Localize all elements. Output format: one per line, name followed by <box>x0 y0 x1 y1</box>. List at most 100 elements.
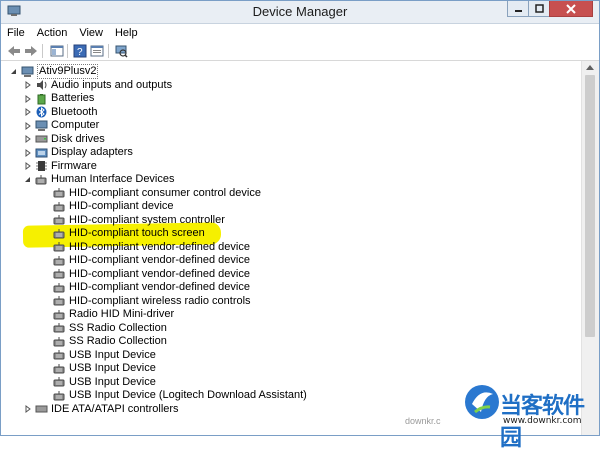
show-hide-console-tree-icon <box>50 45 64 57</box>
device-item[interactable]: USB Input Device (Logitech Download Assi… <box>53 389 307 403</box>
show-hide-console-tree-button[interactable] <box>49 43 65 59</box>
device-label: SS Radio Collection <box>69 335 167 348</box>
category-label: Audio inputs and outputs <box>51 78 173 91</box>
device-item[interactable]: USB Input Device <box>53 349 156 363</box>
device-label: USB Input Device <box>69 375 156 388</box>
battery-icon <box>37 93 46 105</box>
watermark: 当客软件园 www.downkr.com <box>448 380 598 451</box>
bluetooth-icon <box>36 106 47 118</box>
category-label: IDE ATA/ATAPI controllers <box>51 402 179 415</box>
category-label: Disk drives <box>51 132 105 145</box>
device-label: USB Input Device (Logitech Download Assi… <box>69 389 307 402</box>
tree-category[interactable]: IDE ATA/ATAPI controllers <box>23 403 179 417</box>
hid-device-icon <box>53 255 65 266</box>
collapse-icon[interactable] <box>9 67 18 76</box>
scroll-up-arrow-icon[interactable] <box>586 65 594 70</box>
device-item[interactable]: HID-compliant vendor-defined device <box>53 241 250 255</box>
tree-category[interactable]: Batteries <box>23 92 94 106</box>
device-manager-window: Device Manager File Action View Help ? A… <box>0 0 600 436</box>
hid-device-icon <box>53 336 65 347</box>
device-label: HID-compliant system controller <box>69 213 225 226</box>
device-label: SS Radio Collection <box>69 321 167 334</box>
device-item[interactable]: HID-compliant system controller <box>53 214 225 228</box>
tree-category[interactable]: Firmware <box>23 160 97 174</box>
device-item[interactable]: HID-compliant consumer control device <box>53 187 261 201</box>
toolbar: ? <box>1 42 599 61</box>
hid-device-icon <box>35 174 47 185</box>
device-item[interactable]: HID-compliant vendor-defined device <box>53 281 250 295</box>
menu-file[interactable]: File <box>1 25 31 41</box>
menu-help[interactable]: Help <box>109 25 144 41</box>
title-bar[interactable]: Device Manager <box>1 1 599 24</box>
category-label: Bluetooth <box>51 105 98 118</box>
category-label: Batteries <box>51 92 95 105</box>
hid-device-icon <box>53 269 65 279</box>
expand-icon[interactable] <box>23 108 32 117</box>
watermark-url-faint: downkr.c <box>405 416 441 426</box>
category-label: Human Interface Devices <box>51 173 175 186</box>
device-label: Radio HID Mini-driver <box>69 308 175 321</box>
device-item[interactable]: USB Input Device <box>53 362 156 376</box>
tree-category[interactable]: Audio inputs and outputs <box>23 79 172 93</box>
display-adapter-icon <box>35 148 48 158</box>
tree-category[interactable]: Display adapters <box>23 146 133 160</box>
tree-category[interactable]: Disk drives <box>23 133 105 147</box>
minimize-icon <box>514 10 522 12</box>
hid-device-icon <box>53 377 65 387</box>
audio-speaker-icon <box>37 80 47 91</box>
device-label: HID-compliant wireless radio controls <box>69 294 251 307</box>
forward-icon <box>25 46 37 56</box>
device-item[interactable]: Radio HID Mini-driver <box>53 308 174 322</box>
scrollbar-thumb[interactable] <box>585 75 595 337</box>
help-icon: ? <box>73 44 87 58</box>
hid-device-icon <box>53 296 65 306</box>
expand-icon[interactable] <box>23 121 32 130</box>
device-item[interactable]: HID-compliant wireless radio controls <box>53 295 251 309</box>
menu-bar: File Action View Help <box>1 24 599 42</box>
device-label: HID-compliant vendor-defined device <box>69 267 250 280</box>
expand-icon[interactable] <box>23 135 32 144</box>
hid-device-icon <box>53 242 65 252</box>
scan-hardware-button[interactable] <box>113 43 129 59</box>
expand-icon[interactable] <box>23 405 32 414</box>
device-item[interactable]: HID-compliant device <box>53 200 174 214</box>
device-label: HID-compliant vendor-defined device <box>69 240 250 253</box>
category-label: Computer <box>51 119 100 132</box>
forward-button[interactable] <box>23 43 39 59</box>
tree-category-expanded[interactable]: Human Interface Devices <box>23 173 175 187</box>
close-button[interactable] <box>549 1 593 17</box>
collapse-icon[interactable] <box>23 175 32 184</box>
expand-icon[interactable] <box>23 162 32 171</box>
device-item-touch-screen[interactable]: HID-compliant touch screen <box>53 227 205 241</box>
menu-view[interactable]: View <box>73 25 109 41</box>
root-label: Ativ9Plusv2 <box>37 64 99 80</box>
tree-root[interactable]: Ativ9Plusv2 <box>9 64 99 80</box>
tree-category[interactable]: Bluetooth <box>23 106 97 120</box>
device-item[interactable]: SS Radio Collection <box>53 322 167 336</box>
category-label: Firmware <box>51 159 97 172</box>
menu-action[interactable]: Action <box>31 25 74 41</box>
hid-device-icon <box>53 350 65 360</box>
maximize-button[interactable] <box>528 1 550 17</box>
device-label: HID-compliant vendor-defined device <box>69 254 250 267</box>
hid-device-icon <box>53 228 65 239</box>
expand-icon[interactable] <box>23 94 32 103</box>
device-item[interactable]: HID-compliant vendor-defined device <box>53 254 250 268</box>
properties-button[interactable] <box>89 43 105 59</box>
hid-device-icon <box>53 282 65 293</box>
watermark-logo-icon <box>465 385 499 419</box>
maximize-icon <box>534 4 544 13</box>
ide-controller-icon <box>35 405 48 413</box>
computer-icon <box>21 66 34 77</box>
back-button[interactable] <box>6 43 22 59</box>
tree-category[interactable]: Computer <box>23 119 99 133</box>
device-item[interactable]: HID-compliant vendor-defined device <box>53 268 250 282</box>
help-button[interactable]: ? <box>72 43 88 59</box>
expand-icon[interactable] <box>23 148 32 157</box>
hid-device-icon <box>53 309 65 320</box>
minimize-button[interactable] <box>507 1 529 17</box>
device-item[interactable]: USB Input Device <box>53 376 156 390</box>
expand-icon[interactable] <box>23 81 32 90</box>
watermark-url: www.downkr.com <box>503 416 582 426</box>
device-item[interactable]: SS Radio Collection <box>53 335 167 349</box>
